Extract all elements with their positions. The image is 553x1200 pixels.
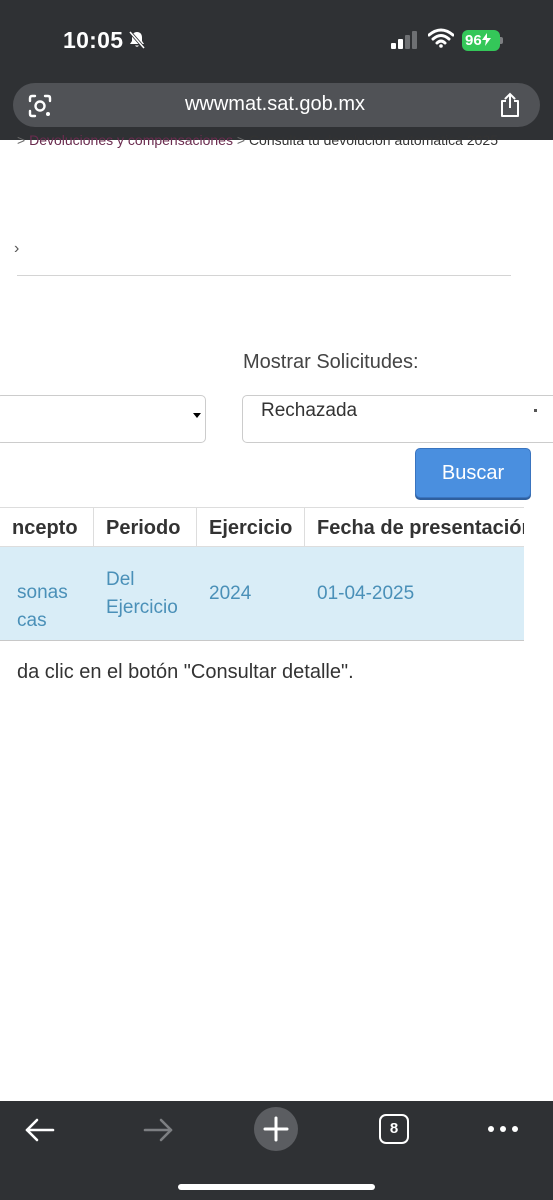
forward-arrow-icon[interactable] — [142, 1115, 174, 1145]
bell-slash-icon — [128, 30, 146, 50]
share-icon[interactable] — [499, 92, 521, 118]
lens-icon[interactable] — [27, 93, 53, 119]
cell-concepto-line2: cas — [17, 610, 47, 631]
plus-icon — [263, 1116, 289, 1142]
status-time: 10:05 — [63, 27, 124, 53]
breadcrumb-link-devoluciones[interactable]: Devoluciones y compensaciones — [29, 132, 233, 148]
buscar-button[interactable]: Buscar — [415, 448, 531, 498]
cellular-signal-icon — [391, 31, 417, 49]
phone-screen: 10:05 96 wwwmat.sat.gob.mx > Devolucione… — [0, 0, 553, 1200]
cell-periodo-line1: Del — [106, 569, 135, 590]
breadcrumb: > Devoluciones y compensaciones > Consul… — [17, 132, 553, 152]
filter-select-left[interactable] — [0, 395, 206, 443]
chevron-down-icon — [193, 413, 201, 418]
column-header-periodo: Periodo — [93, 507, 197, 547]
battery-indicator: 96 — [462, 30, 500, 51]
mostrar-solicitudes-label: Mostrar Solicitudes: — [243, 351, 419, 373]
cutoff-field-label: › — [14, 240, 20, 257]
more-options-icon[interactable] — [486, 1123, 520, 1135]
wifi-icon — [428, 28, 454, 48]
column-header-fecha: Fecha de presentación — [304, 507, 524, 547]
cell-concepto-line1: sonas — [17, 582, 68, 603]
tab-switcher-button[interactable]: 8 — [379, 1114, 409, 1144]
breadcrumb-separator: > — [236, 132, 246, 148]
new-tab-button[interactable] — [254, 1107, 298, 1151]
cell-ejercicio: 2024 — [209, 583, 252, 604]
field-underline — [17, 275, 511, 276]
battery-cap — [500, 37, 503, 44]
breadcrumb-separator: > — [17, 132, 26, 148]
back-arrow-icon[interactable] — [24, 1115, 56, 1145]
breadcrumb-current: Consulta tu devolución automática 2025 — [248, 132, 498, 148]
battery-level: 96 — [465, 32, 482, 49]
charging-bolt-icon — [481, 33, 491, 46]
cell-fecha: 01-04-2025 — [317, 583, 415, 604]
table-row[interactable]: sonas cas Del Ejercicio 2024 01-04-2025 — [0, 547, 524, 641]
home-indicator[interactable] — [178, 1184, 375, 1190]
url-text[interactable]: wwwmat.sat.gob.mx — [130, 93, 420, 116]
instruction-text: da clic en el botón "Consultar detalle". — [17, 661, 354, 683]
cell-periodo-line2: Ejercicio — [106, 597, 178, 618]
column-header-concepto: ncepto — [0, 507, 94, 547]
column-header-ejercicio: Ejercicio — [196, 507, 305, 547]
chevron-down-icon — [534, 409, 537, 412]
solicitudes-table: ncepto Periodo Ejercicio Fecha de presen… — [0, 507, 524, 641]
mostrar-solicitudes-value: Rechazada — [261, 400, 358, 421]
